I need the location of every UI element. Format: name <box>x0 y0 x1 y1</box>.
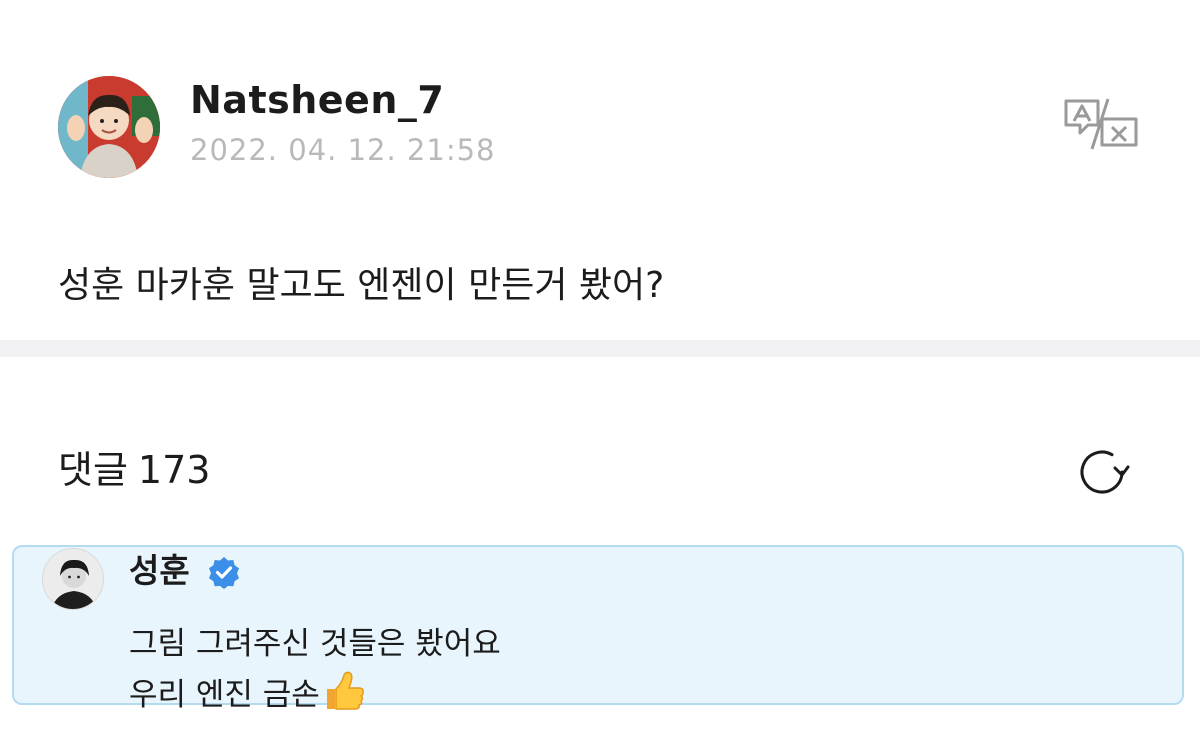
verified-badge-icon <box>207 555 241 589</box>
comment-line-text: 그림 그려주신 것들은 봤어요 <box>129 626 501 662</box>
refresh-icon[interactable] <box>1074 444 1130 500</box>
comment-author-avatar[interactable] <box>42 548 104 610</box>
comment-text: 그림 그려주신 것들은 봤어요 우리 엔진 금손 <box>129 619 501 720</box>
comment-line: 그림 그려주신 것들은 봤어요 <box>129 619 501 669</box>
highlighted-comment[interactable]: 성훈 그림 그려주신 것들은 봤어요 우리 엔진 금손 <box>12 545 1184 713</box>
post-body: 성훈 마카훈 말고도 엔젠이 만든거 봤어? <box>58 265 665 306</box>
thumbs-up-icon <box>322 669 366 713</box>
comments-count: 173 <box>137 448 211 492</box>
translate-icon[interactable] <box>1062 97 1140 151</box>
section-divider <box>0 340 1200 357</box>
post-author-name[interactable]: Natsheen_7 <box>190 78 444 122</box>
comments-label: 댓글 <box>58 448 128 492</box>
comment-author-name[interactable]: 성훈 <box>129 551 190 591</box>
comments-header: 댓글 173 <box>58 446 210 494</box>
comment-line-text: 우리 엔진 금손 <box>129 677 320 713</box>
post-timestamp: 2022. 04. 12. 21:58 <box>190 133 496 167</box>
author-avatar[interactable] <box>58 76 160 178</box>
comment-line: 우리 엔진 금손 <box>129 669 501 720</box>
post-detail-screen: Natsheen_7 2022. 04. 12. 21:58 성훈 마카훈 말고… <box>0 0 1200 729</box>
